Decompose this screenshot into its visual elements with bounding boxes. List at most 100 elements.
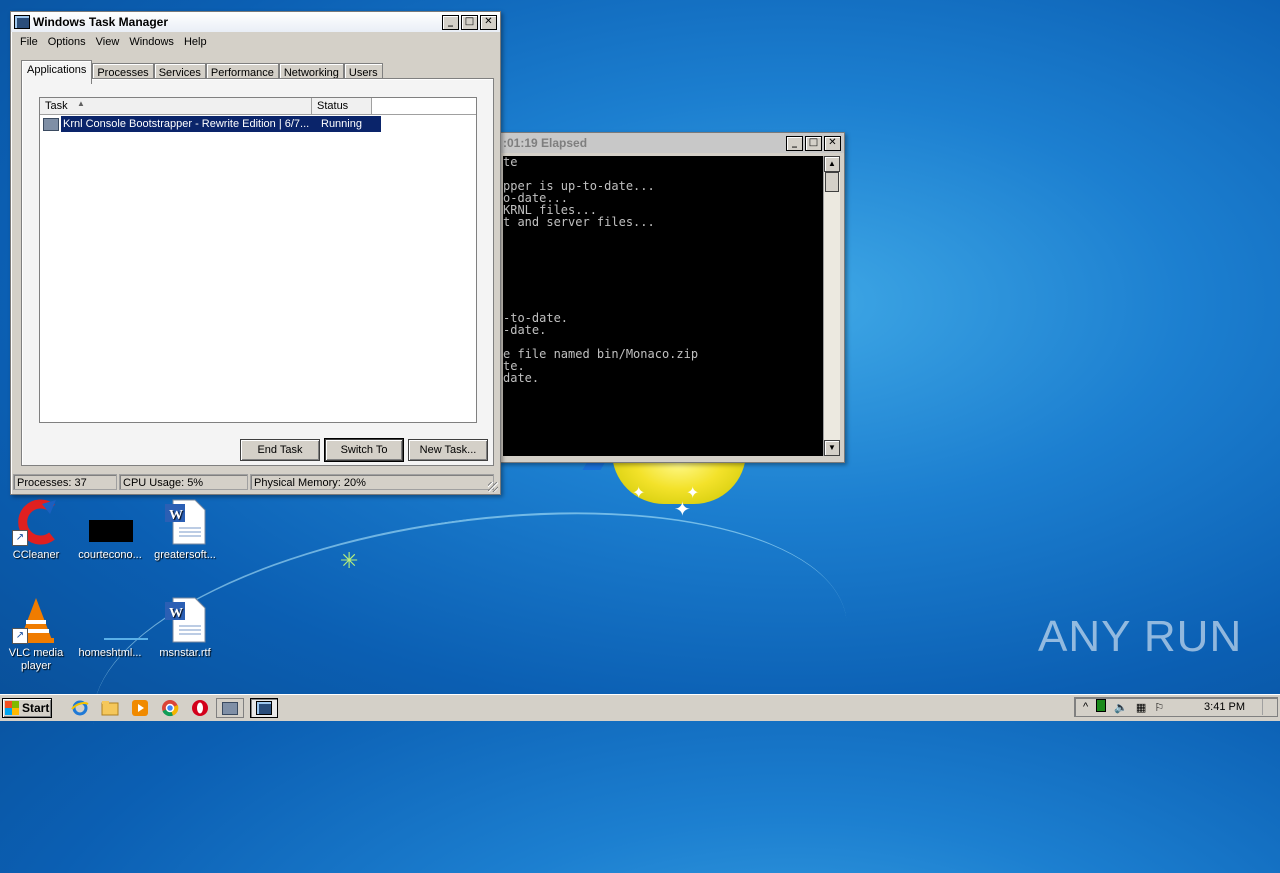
maximize-button[interactable]: □ <box>461 14 478 30</box>
console-scrollbar[interactable]: ▲ ▼ <box>823 156 840 456</box>
svg-text:W: W <box>169 606 183 621</box>
desktop-icon-vlc[interactable]: ↗ VLC media player <box>0 596 75 673</box>
desktop-icon-label: CCleaner <box>12 549 60 561</box>
clock[interactable]: 3:41 PM <box>1204 701 1245 713</box>
console-line: te. <box>503 359 525 373</box>
system-tray: ^ 🔈 ▦ ⚐ 3:41 PM <box>1074 697 1278 717</box>
desktop-icon-homeshtml[interactable]: homeshtml... <box>71 596 149 660</box>
table-row[interactable]: Krnl Console Bootstrapper - Rewrite Edit… <box>40 116 476 132</box>
ccleaner-icon: ↗ <box>12 498 60 546</box>
column-header-task[interactable]: Task ▲ <box>40 98 312 114</box>
console-line: t and server files... <box>503 215 655 229</box>
taskbar-task-manager-button[interactable] <box>250 698 278 718</box>
close-button[interactable]: ✕ <box>480 14 497 30</box>
desktop-icon-label: greatersoft... <box>154 549 216 561</box>
console-line: -date. <box>503 323 547 337</box>
menu-bar: File Options View Windows Help <box>11 32 500 52</box>
task-manager-titlebar[interactable]: Windows Task Manager _ □ ✕ <box>11 12 500 32</box>
start-button[interactable]: Start <box>2 698 52 718</box>
tray-expand-button[interactable]: ^ <box>1083 701 1088 713</box>
close-button[interactable]: ✕ <box>824 135 841 151</box>
desktop-icon-courteconomics[interactable]: courtecono... <box>71 498 149 562</box>
network-icon[interactable]: ▦ <box>1136 701 1146 714</box>
start-label: Start <box>22 701 50 715</box>
volume-icon[interactable]: 🔈 <box>1114 701 1128 714</box>
status-processes: Processes: 37 <box>13 474 117 490</box>
column-header-label: Status <box>317 100 349 112</box>
console-line: e file named bin/Monaco.zip <box>503 347 699 361</box>
task-name-cell[interactable]: Krnl Console Bootstrapper - Rewrite Edit… <box>61 116 313 132</box>
show-desktop-button[interactable] <box>1262 699 1275 715</box>
task-manager-window[interactable]: Windows Task Manager _ □ ✕ File Options … <box>10 11 501 495</box>
console-titlebar[interactable]: :01:19 Elapsed _ □ ✕ <box>500 133 844 153</box>
console-line: date. <box>503 371 540 385</box>
word-document-icon: W <box>161 596 209 644</box>
console-window[interactable]: :01:19 Elapsed _ □ ✕ te pper is up-to-dat… <box>499 132 845 463</box>
column-header-label: Task <box>45 100 68 112</box>
internet-explorer-icon[interactable] <box>70 698 90 718</box>
anyrun-watermark: ANY RUN <box>1038 612 1242 662</box>
chrome-icon[interactable] <box>160 698 180 718</box>
console-line: te <box>503 156 518 169</box>
vlc-icon: ↗ <box>12 596 60 644</box>
menu-view[interactable]: View <box>91 36 125 48</box>
sparkle-icon: ✦ <box>674 499 691 521</box>
scroll-up-button[interactable]: ▲ <box>824 156 840 172</box>
task-manager-icon <box>256 701 272 715</box>
action-center-flag-icon[interactable]: ⚐ <box>1154 701 1164 714</box>
taskbar: Start ^ 🔈 ▦ ⚐ 3:41 PM <box>0 694 1280 721</box>
status-cpu-usage: CPU Usage: 5% <box>119 474 248 490</box>
svg-text:W: W <box>169 508 183 523</box>
menu-help[interactable]: Help <box>179 36 212 48</box>
sparkle-icon: ✦ <box>632 485 646 502</box>
console-line: -to-date. <box>503 311 569 325</box>
scroll-down-button[interactable]: ▼ <box>824 440 840 456</box>
desktop-icon-ccleaner[interactable]: ↗ CCleaner <box>0 498 75 562</box>
desktop-icon-label: homeshtml... <box>78 647 142 659</box>
explorer-folder-icon[interactable] <box>100 698 120 718</box>
taskbar-console-button[interactable] <box>216 698 244 718</box>
desktop-icon-msnstar[interactable]: W msnstar.rtf <box>146 596 224 660</box>
media-player-icon[interactable] <box>130 698 150 718</box>
shortcut-arrow-icon: ↗ <box>12 628 28 644</box>
minimize-button[interactable]: _ <box>442 14 459 30</box>
desktop-icon-label: msnstar.rtf <box>159 647 211 659</box>
sparkle-icon: ✳ <box>340 548 359 573</box>
console-output[interactable]: te pper is up-to-date... o-date... KRNL fil… <box>503 156 823 456</box>
file-icon <box>86 596 148 644</box>
resize-grip[interactable] <box>488 482 498 492</box>
applications-panel: Task ▲ Status Krnl Console Bootstrapper … <box>21 78 494 466</box>
status-physical-memory: Physical Memory: 20% <box>250 474 494 490</box>
console-app-icon <box>222 701 238 715</box>
column-header-status[interactable]: Status <box>312 98 372 114</box>
new-task-button[interactable]: New Task... <box>408 439 488 461</box>
window-title: Windows Task Manager <box>33 15 169 29</box>
opera-icon[interactable] <box>190 698 210 718</box>
end-task-button[interactable]: End Task <box>240 439 320 461</box>
status-bar: Processes: 37 CPU Usage: 5% Physical Mem… <box>13 474 498 492</box>
task-status-cell[interactable]: Running <box>317 116 381 132</box>
task-list[interactable]: Task ▲ Status Krnl Console Bootstrapper … <box>39 97 477 423</box>
menu-file[interactable]: File <box>15 36 43 48</box>
list-header: Task ▲ Status <box>40 98 476 115</box>
menu-options[interactable]: Options <box>43 36 91 48</box>
shortcut-arrow-icon: ↗ <box>12 530 28 546</box>
minimize-button[interactable]: _ <box>786 135 803 151</box>
switch-to-button[interactable]: Switch To <box>324 438 404 462</box>
tab-applications[interactable]: Applications <box>21 60 93 84</box>
tray-cpu-meter-icon[interactable] <box>1096 699 1107 715</box>
file-icon <box>86 498 134 546</box>
task-manager-icon <box>14 15 30 29</box>
console-title: :01:19 Elapsed <box>503 136 588 150</box>
watermark-text: ANY RUN <box>1038 612 1243 661</box>
desktop-icon-greatersoft[interactable]: W greatersoft... <box>146 498 224 562</box>
scroll-thumb[interactable] <box>825 172 839 192</box>
maximize-button[interactable]: □ <box>805 135 822 151</box>
menu-windows[interactable]: Windows <box>124 36 179 48</box>
windows-logo-icon <box>5 701 19 715</box>
